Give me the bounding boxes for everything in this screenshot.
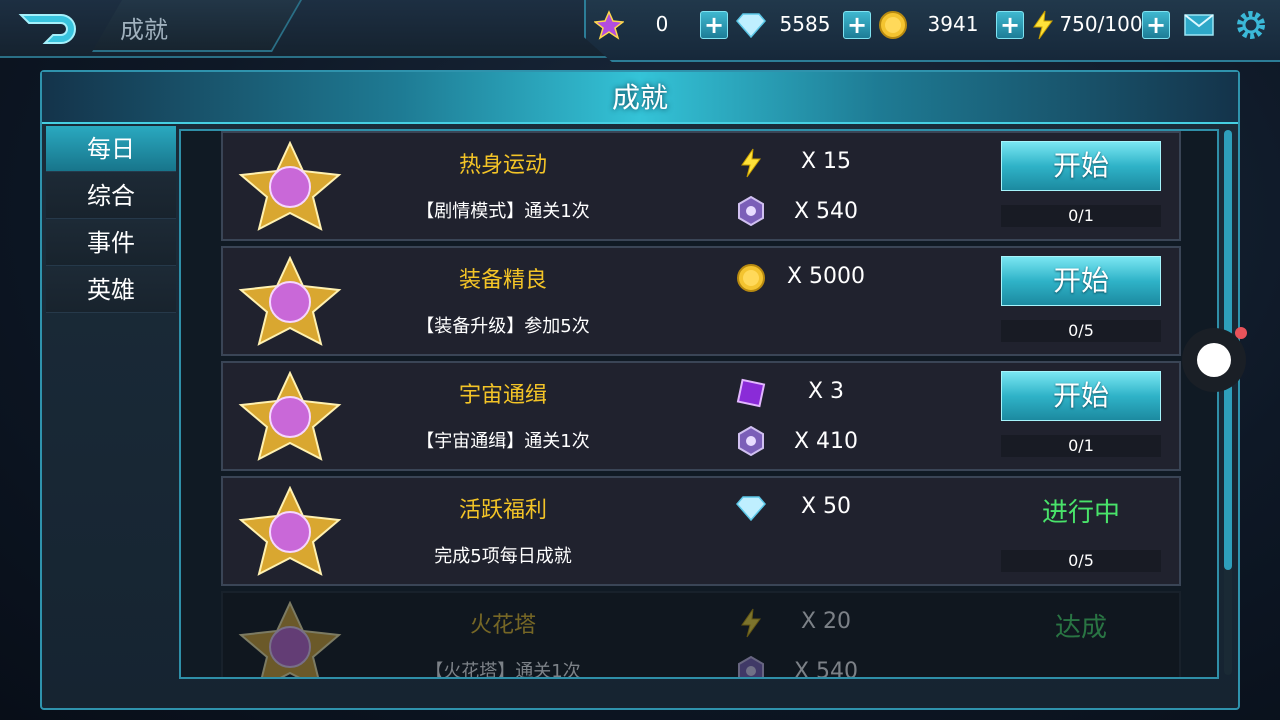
tab-general[interactable]: 综合	[46, 173, 176, 219]
list-scrollbar[interactable]	[1224, 130, 1232, 675]
progress-text: 0/5	[1001, 320, 1161, 342]
gold-coin-icon	[733, 260, 769, 296]
energy-count: 750/100	[1059, 12, 1143, 36]
achievement-row: 装备精良 【装备升级】参加5次 X 5000 开始 0/5	[221, 246, 1181, 356]
status-completed: 达成	[1054, 613, 1107, 643]
gold-coin-icon	[876, 8, 910, 42]
purple-token-icon	[733, 653, 769, 677]
add-diamonds-button[interactable]: +	[843, 11, 871, 39]
back-arrow-icon	[18, 14, 76, 44]
achievement-name: 宇宙通缉	[458, 383, 547, 408]
stars-count: 0	[655, 12, 669, 36]
achievement-row: 火花塔 【火花塔】通关1次 X 20 X 540 达成	[221, 591, 1181, 679]
achievement-desc: 【装备升级】参加5次	[416, 316, 590, 337]
medal-icon	[235, 140, 345, 233]
purple-token-icon	[733, 193, 769, 229]
assist-circle-icon	[1197, 343, 1231, 377]
achievement-name: 活跃福利	[458, 498, 547, 523]
achievement-row: 宇宙通缉 【宇宙通缉】通关1次 X 3 X 410 开始 0/1	[221, 361, 1181, 471]
achievement-name: 装备精良	[458, 268, 547, 293]
purple-token-icon	[733, 423, 769, 459]
achievement-row: 热身运动 【剧情模式】通关1次 X 15 X 540 开始 0/1	[221, 131, 1181, 241]
tab-events[interactable]: 事件	[46, 220, 176, 266]
start-button[interactable]: 开始	[1001, 256, 1161, 306]
reward-amount: X 20	[800, 609, 852, 634]
achievement-desc: 【火花塔】通关1次	[425, 661, 581, 679]
reward-amount: X 3	[807, 379, 845, 404]
panel-title: 成就	[611, 81, 668, 114]
back-button[interactable]	[6, 6, 88, 52]
diamond-icon	[734, 8, 768, 42]
mail-icon[interactable]	[1182, 8, 1216, 42]
reward-amount: X 50	[800, 494, 852, 519]
star-icon	[592, 8, 626, 42]
achievement-list[interactable]: 热身运动 【剧情模式】通关1次 X 15 X 540 开始 0/1 装备精良 【…	[179, 129, 1219, 679]
reward-amount: X 5000	[786, 264, 866, 289]
purple-card-icon	[733, 375, 769, 411]
start-button[interactable]: 开始	[1001, 371, 1161, 421]
add-energy-button[interactable]: +	[1142, 11, 1170, 39]
achievement-desc: 【宇宙通缉】通关1次	[416, 431, 590, 452]
status-in-progress: 进行中	[1041, 498, 1120, 528]
achievement-name: 热身运动	[458, 153, 547, 178]
lightning-icon	[733, 605, 769, 641]
medal-icon	[235, 600, 345, 677]
reward-amount: X 540	[793, 659, 859, 679]
diamond-icon	[733, 490, 769, 526]
tab-heroes[interactable]: 英雄	[46, 267, 176, 313]
settings-gear-icon[interactable]	[1234, 8, 1268, 42]
category-tabs: 每日 综合 事件 英雄	[46, 126, 176, 314]
reward-amount: X 540	[793, 199, 859, 224]
progress-text: 0/1	[1001, 435, 1161, 457]
lightning-icon	[1026, 8, 1060, 42]
diamonds-count: 5585	[779, 12, 831, 36]
progress-text: 0/5	[1001, 550, 1161, 572]
tab-daily[interactable]: 每日	[46, 126, 176, 172]
add-gold-button[interactable]: +	[996, 11, 1024, 39]
notification-dot	[1235, 327, 1247, 339]
progress-text: 0/1	[1001, 205, 1161, 227]
reward-amount: X 410	[793, 429, 859, 454]
add-stars-button[interactable]: +	[700, 11, 728, 39]
gold-count: 3941	[927, 12, 979, 36]
achievements-panel: 成就 每日 综合 事件 英雄 热身运动 【剧情模式】通关1次 X 15 X 54…	[40, 70, 1240, 710]
page-title: 成就	[120, 16, 168, 44]
achievement-row: 活跃福利 完成5项每日成就 X 50 进行中 0/5	[221, 476, 1181, 586]
reward-amount: X 15	[800, 149, 852, 174]
medal-icon	[235, 485, 345, 578]
medal-icon	[235, 370, 345, 463]
achievement-desc: 完成5项每日成就	[434, 546, 572, 567]
medal-icon	[235, 255, 345, 348]
lightning-icon	[733, 145, 769, 181]
start-button[interactable]: 开始	[1001, 141, 1161, 191]
achievement-name: 火花塔	[469, 613, 536, 638]
achievement-desc: 【剧情模式】通关1次	[416, 201, 590, 222]
